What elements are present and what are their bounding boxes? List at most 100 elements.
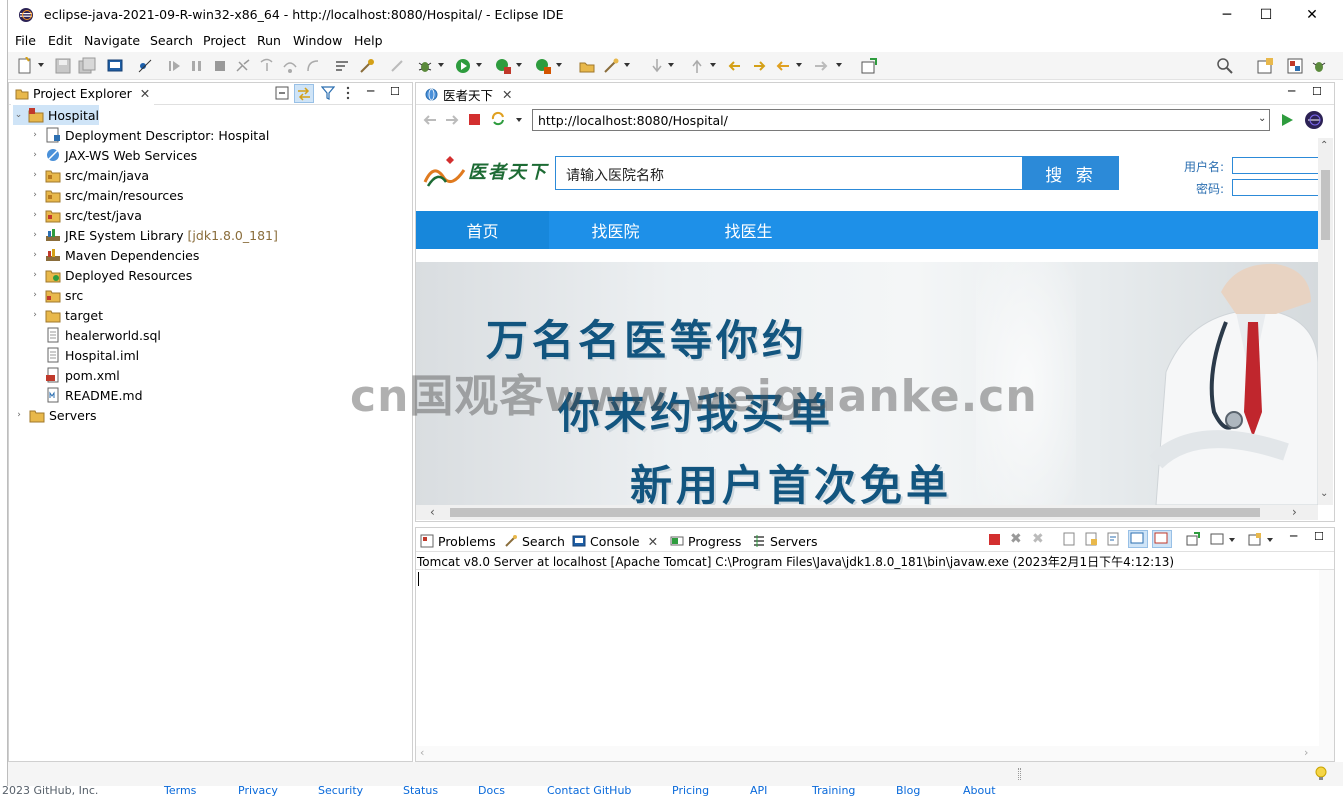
view-menu-icon[interactable] [345,86,351,100]
open-perspective-icon[interactable] [1256,57,1274,75]
menu-search[interactable]: Search [150,33,193,48]
tree-item-hospital[interactable]: ⌄ Hospital [13,105,99,125]
new-icon[interactable] [16,57,34,75]
skip-breakpoints-icon[interactable] [136,57,154,75]
nav-find-doctor[interactable]: 找医生 [682,211,815,249]
refresh-icon[interactable] [490,111,506,127]
search-icon[interactable] [1216,57,1234,75]
run-dropdown-icon[interactable] [476,63,482,67]
next-annotation-icon[interactable] [648,57,666,75]
menu-edit[interactable]: Edit [48,33,72,48]
run-external-tool-icon[interactable] [534,57,552,75]
scrollbar-thumb[interactable] [1321,170,1330,240]
pin-console-icon[interactable] [1186,532,1200,546]
tree-item-maven-dependencies[interactable]: › Maven Dependencies [29,245,199,265]
coverage-dropdown-icon[interactable] [516,63,522,67]
footer-contact-link[interactable]: Contact GitHub [547,786,631,796]
footer-security-link[interactable]: Security [318,786,363,796]
minimize-view-icon[interactable]: ─ [1290,529,1297,543]
url-dropdown-icon[interactable]: ⌄ [1258,113,1266,124]
search-button[interactable]: 搜 索 [1023,156,1119,190]
java-ee-perspective-icon[interactable] [1286,57,1304,75]
save-icon[interactable] [54,57,72,75]
console-vertical-scrollbar[interactable] [1319,570,1334,761]
scrollbar-thumb[interactable] [450,508,1260,517]
step-into-icon[interactable] [258,57,276,75]
back-icon[interactable] [774,57,792,75]
minimize-view-icon[interactable]: ─ [1288,84,1295,98]
scroll-left-icon[interactable]: ‹ [420,746,424,759]
link-with-editor-icon[interactable] [294,84,314,103]
prev-annotation-icon[interactable] [688,57,706,75]
forward-dropdown-icon[interactable] [836,63,842,67]
terminal-icon[interactable] [106,57,124,75]
footer-terms-link[interactable]: Terms [164,786,196,796]
back-arrow-icon[interactable] [422,112,438,128]
collapsed-arrow-icon[interactable]: › [29,150,41,160]
collapsed-arrow-icon[interactable]: › [29,190,41,200]
collapsed-arrow-icon[interactable]: › [29,130,41,140]
open-type-icon[interactable] [578,57,596,75]
footer-docs-link[interactable]: Docs [478,786,505,796]
remove-all-terminated-icon[interactable]: ✖ [1032,531,1044,547]
external-tool-dropdown-icon[interactable] [556,63,562,67]
tree-item-src-test-java[interactable]: › src/test/java [29,205,142,225]
coverage-icon[interactable] [494,57,512,75]
url-input[interactable]: http://localhost:8080/Hospital/ [532,109,1270,131]
password-input[interactable] [1232,179,1318,196]
new-dropdown-icon[interactable] [38,63,44,67]
filter-icon[interactable] [321,86,335,100]
tree-item-jre-library[interactable]: › JRE System Library [jdk1.8.0_181] [29,225,278,245]
tab-project-explorer[interactable]: Project Explorer ✕ [11,84,155,105]
tab-problems[interactable]: Problems [420,531,496,551]
tree-item-healerworld-sql[interactable]: healerworld.sql [45,325,161,345]
menu-help[interactable]: Help [354,33,383,48]
footer-pricing-link[interactable]: Pricing [672,786,709,796]
footer-training-link[interactable]: Training [812,786,855,796]
tree-item-servers[interactable]: › Servers [13,405,97,425]
collapsed-arrow-icon[interactable]: › [29,230,41,240]
next-annotation-dropdown-icon[interactable] [668,63,674,67]
display-console-dropdown-icon[interactable] [1229,538,1235,542]
nav-home[interactable]: 首页 [416,211,549,249]
collapsed-arrow-icon[interactable]: › [29,210,41,220]
go-icon[interactable] [1280,113,1294,127]
open-task-dropdown-icon[interactable] [624,63,630,67]
console-output-area[interactable] [416,572,1334,744]
resume-icon[interactable] [166,57,184,75]
tree-item-deployment-descriptor[interactable]: › Deployment Descriptor: Hospital [29,125,269,145]
open-console-dropdown-icon[interactable] [1267,538,1273,542]
footer-blog-link[interactable]: Blog [896,786,920,796]
collapsed-arrow-icon[interactable]: › [29,270,41,280]
console-horizontal-scrollbar[interactable]: ‹ › [416,746,1319,761]
scroll-lock-icon[interactable] [1084,532,1098,546]
remove-launch-icon[interactable]: ✖ [1010,531,1022,547]
scroll-right-icon[interactable]: › [1292,505,1297,519]
collapsed-arrow-icon[interactable]: › [29,310,41,320]
terminate-icon[interactable] [211,57,229,75]
display-selected-console-icon[interactable] [1210,532,1224,546]
footer-privacy-link[interactable]: Privacy [238,786,278,796]
close-tab-icon[interactable]: ✕ [140,86,150,101]
tree-item-deployed-resources[interactable]: › Deployed Resources [29,265,192,285]
menu-project[interactable]: Project [203,33,246,48]
debug-dropdown-icon[interactable] [438,63,444,67]
debug-icon[interactable] [416,57,434,75]
prev-annotation-dropdown-icon[interactable] [710,63,716,67]
close-window-button[interactable]: ✕ [1289,0,1335,30]
footer-api-link[interactable]: API [750,786,767,796]
collapsed-arrow-icon[interactable]: › [29,290,41,300]
external-tools-icon[interactable] [358,57,376,75]
tree-item-hospital-iml[interactable]: Hospital.iml [45,345,139,365]
tab-progress[interactable]: Progress [670,531,741,551]
browser-vertical-scrollbar[interactable]: ⌃ ⌄ [1318,138,1333,505]
collapsed-arrow-icon[interactable]: › [29,170,41,180]
refresh-dropdown-icon[interactable] [516,118,522,122]
open-console-icon[interactable] [1248,532,1262,546]
last-edit-location-icon[interactable] [726,57,744,75]
tree-item-pom-xml[interactable]: pom.xml [45,365,120,385]
tree-item-src-main-java[interactable]: › src/main/java [29,165,149,185]
toggle-mark-icon[interactable] [388,57,406,75]
browser-horizontal-scrollbar[interactable]: ‹ › [416,505,1318,520]
maximize-view-icon[interactable]: ☐ [390,85,400,98]
